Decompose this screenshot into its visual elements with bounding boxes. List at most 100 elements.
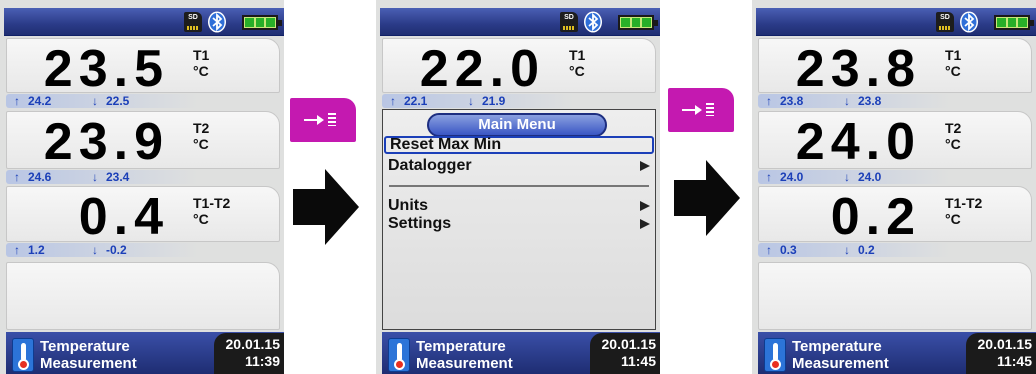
sd-card-icon: SD xyxy=(560,12,578,32)
time: 11:45 xyxy=(620,353,656,369)
device-screen-3: SD 23.8 T1 °C ↑ 23.8 ↓ 23.8 24.0 T2 °C ↑ 24… xyxy=(752,0,1036,374)
channel-value: 0.2 xyxy=(830,188,921,246)
min-value: 23.4 xyxy=(106,170,130,184)
max-value: 1.2 xyxy=(28,243,45,257)
channel-label: T2 xyxy=(945,120,962,136)
minmax-row: ↑ 0.3 ↓ 0.2 xyxy=(758,243,1032,257)
empty-panel xyxy=(6,262,280,330)
min-arrow-icon: ↓ xyxy=(844,94,850,108)
main-menu: Main Menu Reset Max Min Datalogger Units… xyxy=(382,109,656,330)
menu-item-reset-max-min[interactable]: Reset Max Min xyxy=(384,136,654,154)
channel-unit: °C xyxy=(569,63,585,79)
min-value: 22.5 xyxy=(106,94,130,108)
max-arrow-icon: ↑ xyxy=(766,243,772,257)
mode-label: Temperature Measurement xyxy=(416,338,513,372)
channel-label: T1 xyxy=(945,47,962,63)
max-value: 22.1 xyxy=(404,94,428,108)
sd-card-icon: SD xyxy=(936,12,954,32)
time: 11:45 xyxy=(996,353,1032,369)
menu-title: Main Menu xyxy=(427,113,607,137)
chevron-right-icon xyxy=(640,219,650,229)
date: 20.01.15 xyxy=(225,336,281,352)
minmax-row: ↑ 24.2 ↓ 22.5 xyxy=(6,94,280,108)
min-value: 24.0 xyxy=(858,170,882,184)
menu-item-settings[interactable]: Settings xyxy=(384,215,654,233)
menu-item-units[interactable]: Units xyxy=(384,197,654,215)
channel-label: T1-T2 xyxy=(193,195,231,211)
max-value: 0.3 xyxy=(780,243,797,257)
channel-label: T1 xyxy=(193,47,210,63)
channel-label: T1 xyxy=(569,47,586,63)
min-arrow-icon: ↓ xyxy=(92,94,98,108)
channel-panel-diff: 0.4 T1-T2 °C xyxy=(6,186,280,246)
device-screen-1: SD 23.5 T1 °C ↑ 24.2 ↓ 22.5 23.9 T2 °C ↑ 24… xyxy=(0,0,284,374)
min-value: 21.9 xyxy=(482,94,506,108)
mode-label: Temperature Measurement xyxy=(792,338,889,372)
footer-bar: Temperature Measurement 20.01.15 11:39 xyxy=(6,332,284,374)
max-value: 24.0 xyxy=(780,170,804,184)
store-arrow-icon xyxy=(304,119,318,121)
bluetooth-icon xyxy=(960,11,978,33)
channel-value: 22.0 xyxy=(419,40,545,98)
channel-label: T1-T2 xyxy=(945,195,983,211)
max-arrow-icon: ↑ xyxy=(14,170,20,184)
footer-bar: Temperature Measurement 20.01.15 11:45 xyxy=(382,332,660,374)
channel-unit: °C xyxy=(945,63,961,79)
channel-value: 0.4 xyxy=(78,188,169,246)
empty-panel xyxy=(758,262,1032,330)
minmax-row: ↑ 23.8 ↓ 23.8 xyxy=(758,94,1032,108)
bluetooth-icon xyxy=(584,11,602,33)
channel-panel-t2: 24.0 T2 °C xyxy=(758,111,1032,169)
right-arrow-icon xyxy=(674,160,740,236)
chevron-right-icon xyxy=(640,161,650,171)
thermometer-icon[interactable] xyxy=(764,338,786,372)
channel-value: 24.0 xyxy=(795,113,921,171)
menu-divider xyxy=(389,185,649,187)
channel-panel-diff: 0.2 T1-T2 °C xyxy=(758,186,1032,246)
channel-value: 23.9 xyxy=(43,113,169,171)
footer-bar: Temperature Measurement 20.01.15 11:45 xyxy=(758,332,1036,374)
minmax-row: ↑ 24.6 ↓ 23.4 xyxy=(6,170,280,184)
device-screen-2: SD 22.0 T1 °C ↑ 22.1 ↓ 21.9 Main Menu Rese… xyxy=(376,0,660,374)
max-value: 24.2 xyxy=(28,94,52,108)
thermometer-icon[interactable] xyxy=(12,338,34,372)
max-value: 24.6 xyxy=(28,170,52,184)
minmax-row: ↑ 24.0 ↓ 24.0 xyxy=(758,170,1032,184)
minmax-row: ↑ 1.2 ↓ -0.2 xyxy=(6,243,280,257)
sd-card-icon: SD xyxy=(184,12,202,32)
channel-unit: °C xyxy=(193,136,209,152)
date: 20.01.15 xyxy=(601,336,657,352)
minmax-row: ↑ 22.1 ↓ 21.9 xyxy=(382,94,656,108)
min-value: 23.8 xyxy=(858,94,882,108)
menu-item-datalogger[interactable]: Datalogger xyxy=(384,157,654,175)
channel-panel-t1: 22.0 T1 °C xyxy=(382,38,656,98)
time: 11:39 xyxy=(244,353,280,369)
status-bar: SD xyxy=(4,8,284,36)
battery-icon xyxy=(242,15,282,30)
channel-unit: °C xyxy=(945,211,961,227)
min-value: -0.2 xyxy=(106,243,127,257)
min-arrow-icon: ↓ xyxy=(92,243,98,257)
status-bar: SD xyxy=(380,8,660,36)
bluetooth-icon xyxy=(208,11,226,33)
max-arrow-icon: ↑ xyxy=(14,94,20,108)
datetime: 20.01.15 11:45 xyxy=(590,333,660,374)
battery-icon xyxy=(618,15,658,30)
battery-icon xyxy=(994,15,1034,30)
store-softkey[interactable] xyxy=(668,88,734,132)
channel-panel-t1: 23.8 T1 °C xyxy=(758,38,1032,95)
mode-label: Temperature Measurement xyxy=(40,338,137,372)
right-arrow-icon xyxy=(293,169,359,245)
datetime: 20.01.15 11:39 xyxy=(214,333,284,374)
store-softkey[interactable] xyxy=(290,98,356,142)
min-arrow-icon: ↓ xyxy=(92,170,98,184)
min-value: 0.2 xyxy=(858,243,875,257)
min-arrow-icon: ↓ xyxy=(844,170,850,184)
max-arrow-icon: ↑ xyxy=(14,243,20,257)
chevron-right-icon xyxy=(640,201,650,211)
channel-panel-t1: 23.5 T1 °C xyxy=(6,38,280,98)
thermometer-icon[interactable] xyxy=(388,338,410,372)
channel-unit: °C xyxy=(945,136,961,152)
channel-value: 23.5 xyxy=(43,40,169,98)
channel-unit: °C xyxy=(193,63,209,79)
